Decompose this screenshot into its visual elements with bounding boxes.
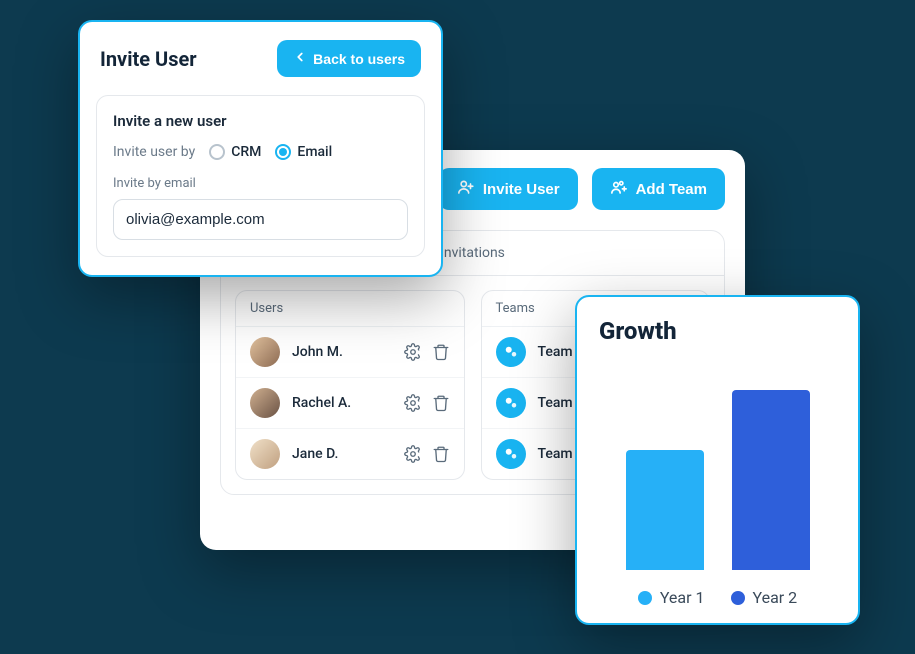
modal-body: Invite a new user Invite user by CRM Ema… xyxy=(80,95,441,275)
form-subtitle: Invite a new user xyxy=(113,112,408,130)
email-field-label: Invite by email xyxy=(113,176,408,191)
user-row: Jane D. xyxy=(236,429,464,479)
radio-circle-icon xyxy=(209,144,225,160)
back-to-users-button[interactable]: Back to users xyxy=(277,40,421,77)
gear-icon xyxy=(404,343,422,361)
settings-button[interactable] xyxy=(404,394,422,412)
user-name: John M. xyxy=(292,344,392,360)
trash-icon xyxy=(432,343,450,361)
gear-icon xyxy=(404,394,422,412)
team-icon xyxy=(496,337,526,367)
avatar xyxy=(250,388,280,418)
users-column: Users John M. Rachel A. xyxy=(235,290,465,480)
radio-crm[interactable]: CRM xyxy=(209,144,261,160)
legend-swatch-icon xyxy=(731,591,745,605)
invite-by-label: Invite user by xyxy=(113,144,195,160)
legend-swatch-icon xyxy=(638,591,652,605)
avatar xyxy=(250,439,280,469)
settings-button[interactable] xyxy=(404,343,422,361)
legend-item-year-1: Year 1 xyxy=(638,588,705,607)
legend-item-year-2: Year 2 xyxy=(731,588,798,607)
invite-user-button-label: Invite User xyxy=(483,181,560,198)
invite-email-input[interactable] xyxy=(113,199,408,240)
row-actions xyxy=(404,394,450,412)
user-name: Rachel A. xyxy=(292,395,392,411)
radio-email-label: Email xyxy=(297,144,332,160)
delete-button[interactable] xyxy=(432,394,450,412)
bar-year-1 xyxy=(626,450,704,570)
team-plus-icon xyxy=(610,178,628,200)
users-header: Users xyxy=(236,291,464,327)
invite-user-modal: Invite User Back to users Invite a new u… xyxy=(78,20,443,277)
chart-title: Growth xyxy=(599,317,836,345)
avatar xyxy=(250,337,280,367)
trash-icon xyxy=(432,394,450,412)
radio-crm-label: CRM xyxy=(231,144,261,160)
delete-button[interactable] xyxy=(432,445,450,463)
radio-email[interactable]: Email xyxy=(275,144,332,160)
add-team-button[interactable]: Add Team xyxy=(592,168,725,210)
team-icon xyxy=(496,439,526,469)
user-row: Rachel A. xyxy=(236,378,464,429)
row-actions xyxy=(404,445,450,463)
chart-legend: Year 1 Year 2 xyxy=(599,574,836,607)
legend-label: Year 2 xyxy=(753,588,798,607)
delete-button[interactable] xyxy=(432,343,450,361)
legend-label: Year 1 xyxy=(660,588,705,607)
trash-icon xyxy=(432,445,450,463)
tab-invitations[interactable]: Invitations xyxy=(440,245,505,261)
chart-plot-area xyxy=(599,355,836,574)
gear-icon xyxy=(404,445,422,463)
invite-user-button[interactable]: Invite User xyxy=(439,168,578,210)
modal-title: Invite User xyxy=(100,47,197,71)
back-button-label: Back to users xyxy=(313,51,405,67)
radio-circle-icon xyxy=(275,144,291,160)
user-plus-icon xyxy=(457,178,475,200)
row-actions xyxy=(404,343,450,361)
user-name: Jane D. xyxy=(292,446,392,462)
invite-by-row: Invite user by CRM Email xyxy=(113,144,408,160)
growth-chart-card: Growth Year 1 Year 2 xyxy=(575,295,860,625)
bar-year-2 xyxy=(732,390,810,570)
chevron-left-icon xyxy=(293,50,307,67)
invite-form: Invite a new user Invite user by CRM Ema… xyxy=(96,95,425,257)
add-team-button-label: Add Team xyxy=(636,181,707,198)
modal-header: Invite User Back to users xyxy=(80,22,441,95)
user-row: John M. xyxy=(236,327,464,378)
settings-button[interactable] xyxy=(404,445,422,463)
team-icon xyxy=(496,388,526,418)
